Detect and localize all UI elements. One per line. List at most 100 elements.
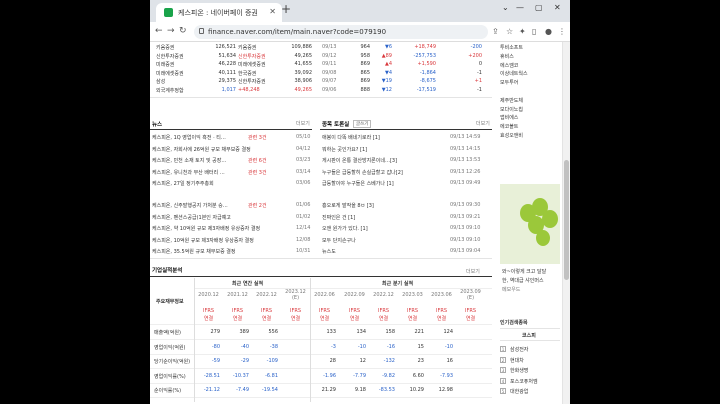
popular-stock-link[interactable]: 포스코퓨처엠 <box>510 378 538 385</box>
bookmark-star-icon[interactable]: ☆ <box>506 27 513 36</box>
related-stock-link[interactable]: 휴비스 <box>500 53 514 60</box>
back-icon[interactable]: ← <box>155 26 163 36</box>
ad-brand[interactable]: 메모우드 <box>502 286 520 293</box>
investor-change: ▼12 <box>381 86 392 93</box>
news-item-date: 04/12 <box>296 145 311 152</box>
news-related-badge[interactable]: 관련 3건 <box>248 134 267 141</box>
news-related-badge[interactable]: 관련 2건 <box>248 202 267 209</box>
financial-more-link[interactable]: 더보기 <box>466 268 480 275</box>
news-more-link[interactable]: 더보기 <box>296 120 310 127</box>
popular-stock-link[interactable]: 대한광업 <box>510 388 528 395</box>
news-item-link[interactable]: 케스피온, 10억원 규모 제3자배정 유상증자 결정 <box>152 237 254 244</box>
board-post-link[interactable]: 진짜인은 건 [1] <box>322 214 355 221</box>
extensions-icon[interactable]: ✦ <box>519 27 526 36</box>
url-text: finance.naver.com/item/main.naver?code=0… <box>208 28 387 36</box>
page-scrollbar[interactable] <box>562 42 570 404</box>
rank-number: 1 <box>500 346 506 352</box>
fin-row-label: 순이익률(%) <box>154 388 182 394</box>
news-item-link[interactable]: 케스피온, 민천 소재 토지 및 공장… <box>152 157 226 164</box>
tab-title: 케스피온 : 네이버페이 증권 <box>178 9 258 17</box>
board-post-link[interactable]: 모두 단지손구나 <box>322 237 356 244</box>
news-related-badge[interactable]: 관련 3건 <box>248 169 267 176</box>
fin-period-header: 2022.12 <box>256 292 277 298</box>
news-item-link[interactable]: 케스피온, 35.5억원 규모 채무보증 결정 <box>152 248 235 255</box>
minimize-icon[interactable]: — <box>516 3 524 12</box>
news-item-date: 12/08 <box>296 236 311 243</box>
news-item-link[interactable]: 케스피온, 유니천과 부산 배터리 … <box>152 169 225 176</box>
related-stock-link[interactable]: 이상네트웍스 <box>500 70 528 77</box>
quarter-header: 최근 분기 실적 <box>382 281 414 287</box>
news-item-link[interactable]: 케스피온, 펜션스공급(1본인 자급예고 <box>152 214 231 221</box>
news-item-date: 03/23 <box>296 157 311 164</box>
trade-cell-broker: 키움증권 <box>238 45 257 51</box>
advertisement-banner[interactable] <box>500 184 560 264</box>
investor-date: 09/07 <box>322 78 337 84</box>
url-field[interactable]: finance.naver.com/item/main.naver?code=0… <box>194 25 488 39</box>
investor-price: 964 <box>360 44 370 50</box>
board-post-link[interactable]: 뭐하는 곳인가요? [1] <box>322 146 367 153</box>
trade-cell-broker: 삼성 <box>156 79 166 85</box>
board-post-link[interactable]: 뉴스도 <box>322 248 336 255</box>
news-item-link[interactable]: 케스피온, 자회사에 26억원 규모 채무보증 결정 <box>152 146 251 153</box>
news-item-link[interactable]: 케스피온, 신주발행공지 가처분 승… <box>152 202 228 209</box>
related-stock-link[interactable]: 제주반도체 <box>500 97 523 104</box>
maximize-icon[interactable]: ▢ <box>535 3 543 12</box>
popular-stock-link[interactable]: 삼성전자 <box>510 346 528 353</box>
share-icon[interactable]: ⇪ <box>492 27 499 36</box>
investor-foreign: -1 <box>477 86 482 93</box>
related-stock-link[interactable]: 앱비에스 <box>500 114 518 121</box>
news-item-link[interactable]: 케스피온, 1Q 영업이익 흑전 · 티… <box>152 134 226 141</box>
popular-stock-link[interactable]: 한화생명 <box>510 367 528 374</box>
scrollbar-thumb[interactable] <box>564 160 569 280</box>
board-post-link[interactable]: 흥오로게 발작을 8ㅂ [3] <box>322 202 374 209</box>
trade-cell-volume: 49,265 <box>294 52 313 59</box>
related-stock-link[interactable]: 에코볼트 <box>500 123 518 130</box>
investor-foreign: +1 <box>474 78 482 84</box>
news-related-badge[interactable]: 관련 6건 <box>248 157 267 164</box>
address-bar: ← → ↻ finance.naver.com/item/main.naver?… <box>150 22 570 42</box>
board-post-date: 09/13 09:30 <box>450 202 481 208</box>
investor-price: 958 <box>360 52 370 59</box>
fin-ifrs-label: IFRS <box>232 308 243 314</box>
board-post-link[interactable]: 급등할이야 누구들은 스베가나 [1] <box>322 180 394 187</box>
close-window-icon[interactable]: ✕ <box>554 3 561 12</box>
board-more-link[interactable]: 더보기 <box>476 120 490 127</box>
menu-icon[interactable]: ⋮ <box>558 27 566 36</box>
board-post-date: 09/13 14:59 <box>450 134 481 140</box>
investor-price: 869 <box>360 78 370 84</box>
trade-cell-volume: 51,634 <box>218 52 237 59</box>
fin-value-cell: -28.51 <box>203 372 220 379</box>
related-stock-link[interactable]: 모다이노칩 <box>500 106 523 113</box>
chevron-down-icon[interactable]: ⌄ <box>502 3 509 12</box>
close-tab-icon[interactable]: ✕ <box>269 7 276 16</box>
fin-value-cell: 16 <box>446 358 453 364</box>
reload-icon[interactable]: ↻ <box>179 26 187 36</box>
forward-icon[interactable]: → <box>167 26 175 36</box>
fin-value-cell: 134 <box>356 329 366 335</box>
board-post-link[interactable]: 애봉이 다똑 배네기로라 [1] <box>322 134 380 141</box>
lock-icon <box>199 28 204 34</box>
sidebar-panel-icon[interactable]: ▯ <box>532 27 536 36</box>
new-tab-icon[interactable]: + <box>281 2 291 16</box>
board-post-link[interactable]: 오앤 원가가 있다. [1] <box>322 225 368 232</box>
popular-stock-link[interactable]: 현대차 <box>510 357 524 364</box>
news-item-link[interactable]: 케스피온, 약 10억원 규모 제3자배정 유상증자 결정 <box>152 225 260 232</box>
board-post-link[interactable]: 누구들은 급등할히 손실급할고 갑나[2] <box>322 169 403 176</box>
ad-text[interactable]: 와~이렇게 크고 달달 <box>502 268 546 275</box>
annual-header: 최근 연간 실적 <box>232 281 264 287</box>
related-stock-link[interactable]: 에스엠코 <box>500 62 518 69</box>
write-post-button[interactable]: 글쓰기 <box>353 120 372 128</box>
related-stock-link[interactable]: 모두투어 <box>500 79 518 86</box>
trade-cell-volume: 46,228 <box>218 61 237 67</box>
rank-number: 5 <box>500 388 506 394</box>
browser-tab[interactable]: 케스피온 : 네이버페이 증권 ✕ <box>156 3 282 22</box>
ad-subtext[interactable]: 한, 역대급 샤인머스 <box>502 277 544 284</box>
investor-institution: +18,749 <box>414 44 436 50</box>
profile-icon[interactable]: ● <box>545 27 552 36</box>
news-item-link[interactable]: 케스피온, 27일 정기주주총회 <box>152 180 214 187</box>
board-post-link[interactable]: 게시판이 온통 결산방지론이네…[3] <box>322 157 397 164</box>
related-stock-link[interactable]: 효성오앤비 <box>500 132 523 139</box>
investor-date: 09/06 <box>322 86 337 93</box>
kospi-tab[interactable]: 코스피 <box>522 332 536 339</box>
related-stock-link[interactable]: 투비소프트 <box>500 44 523 51</box>
